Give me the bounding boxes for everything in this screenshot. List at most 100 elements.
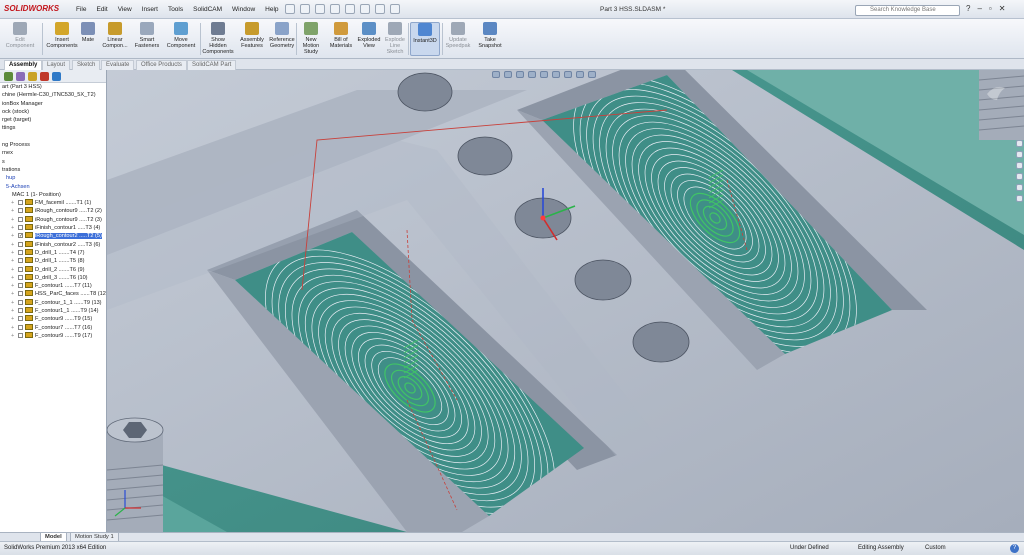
close-icon[interactable]: ✕	[999, 4, 1006, 13]
suppress-checkbox[interactable]	[18, 299, 23, 305]
section-view-icon[interactable]	[528, 71, 536, 78]
menu-view[interactable]: View	[118, 6, 132, 13]
feature-tree-item[interactable]: + D_drill_1 .......T5 (8)	[0, 257, 106, 265]
feature-tree-item[interactable]: + HSS_ParC_faces ......T8 (12)	[0, 290, 106, 298]
expand-icon[interactable]: +	[11, 241, 16, 249]
suppress-checkbox[interactable]	[18, 283, 23, 289]
expand-icon[interactable]: +	[11, 324, 16, 332]
feature-tree-item[interactable]: + iFinish_contour2 .....T3 (6)	[0, 240, 106, 249]
mate-button[interactable]: Mate	[78, 22, 98, 56]
move-component-button[interactable]: Move Component	[164, 22, 198, 56]
feature-tree-item[interactable]: ionBox Manager	[0, 100, 106, 108]
minimize-icon[interactable]: –	[977, 4, 981, 13]
edit-component-button[interactable]: Edit Component	[4, 22, 36, 56]
feature-tree-item[interactable]: + F_contour9 ......T9 (15)	[0, 315, 106, 323]
display-style-icon[interactable]	[552, 71, 560, 78]
feature-tree-item[interactable]: + D_drill_2 .......T6 (9)	[0, 265, 106, 274]
display-manager-icon[interactable]	[52, 72, 61, 81]
appearances-icon[interactable]	[1016, 184, 1023, 191]
menu-edit[interactable]: Edit	[96, 6, 107, 13]
menu-solidcam[interactable]: SolidCAM	[193, 6, 222, 13]
suppress-checkbox[interactable]	[18, 200, 23, 206]
units-selector[interactable]: Custom	[925, 545, 946, 551]
custom-properties-icon[interactable]	[1016, 195, 1023, 202]
suppress-checkbox[interactable]	[18, 324, 23, 330]
graphics-area[interactable]	[107, 70, 1024, 532]
expand-icon[interactable]: +	[11, 332, 16, 340]
hide-show-items-icon[interactable]	[564, 71, 572, 78]
options-icon[interactable]	[390, 4, 400, 14]
explode-line-button[interactable]: Explode Line Sketch	[383, 22, 407, 56]
feature-tree-item[interactable]: s	[0, 158, 106, 166]
expand-icon[interactable]: +	[11, 299, 16, 307]
feature-tree-item[interactable]: + iRough_contour2 .....T2 (5)	[0, 232, 106, 240]
help-icon[interactable]: ?	[966, 4, 970, 13]
expand-icon[interactable]: +	[11, 207, 16, 215]
feature-tree-item[interactable]: art (Part 3 HSS)	[0, 83, 106, 91]
status-help-icon[interactable]: ?	[1010, 544, 1019, 553]
print-icon[interactable]	[330, 4, 340, 14]
expand-icon[interactable]: +	[11, 282, 16, 290]
suppress-checkbox[interactable]	[18, 258, 23, 264]
feature-tree-item[interactable]: ttings	[0, 124, 106, 132]
menu-help[interactable]: Help	[265, 6, 278, 13]
menu-tools[interactable]: Tools	[168, 6, 183, 13]
feature-tree-item[interactable]: + iRough_contour9 .....T2 (3)	[0, 215, 106, 224]
exploded-view-button[interactable]: Exploded View	[357, 22, 381, 56]
configuration-manager-icon[interactable]	[28, 72, 37, 81]
feature-tree-item[interactable]: + F_contour7 ......T7 (16)	[0, 323, 106, 332]
edit-appearance-icon[interactable]	[576, 71, 584, 78]
snapshot-button[interactable]: Take Snapshot	[476, 22, 504, 56]
reference-geometry-button[interactable]: Reference Geometry	[268, 22, 296, 56]
restore-icon[interactable]: ▫	[989, 4, 992, 13]
feature-tree-item[interactable]: + D_drill_1 .......T4 (7)	[0, 248, 106, 257]
feature-tree-item[interactable]: rnex	[0, 149, 106, 157]
expand-icon[interactable]: +	[11, 266, 16, 274]
previous-view-icon[interactable]	[516, 71, 524, 78]
resources-icon[interactable]	[1016, 140, 1023, 147]
expand-icon[interactable]: +	[11, 232, 16, 240]
suppress-checkbox[interactable]	[18, 233, 23, 239]
suppress-checkbox[interactable]	[18, 266, 23, 272]
tab-office-products[interactable]: Office Products	[136, 60, 187, 70]
suppress-checkbox[interactable]	[18, 274, 23, 280]
expand-icon[interactable]: +	[11, 249, 16, 257]
feature-tree-item[interactable]: + FM_facemil .......T1 (1)	[0, 199, 106, 207]
feature-tree-item[interactable]: chine (Hermle-C30_iTNC530_5X_T2)	[0, 91, 106, 99]
solidcam-manager-icon[interactable]	[40, 72, 49, 81]
expand-icon[interactable]: +	[11, 290, 16, 298]
show-hidden-button[interactable]: Show Hidden Components	[202, 22, 234, 56]
feature-tree-icon[interactable]	[4, 72, 13, 81]
view-orientation-icon[interactable]	[540, 71, 548, 78]
feature-tree-item[interactable]: ock (stock)	[0, 108, 106, 116]
feature-tree-item[interactable]: 5-Achsen	[0, 183, 106, 191]
suppress-checkbox[interactable]	[18, 291, 23, 297]
suppress-checkbox[interactable]	[18, 216, 23, 222]
expand-icon[interactable]: +	[11, 274, 16, 282]
tab-solidcam-part[interactable]: SolidCAM Part	[187, 60, 237, 70]
feature-tree-item[interactable]: ng Process	[0, 141, 106, 149]
menu-insert[interactable]: Insert	[142, 6, 158, 13]
tab-layout[interactable]: Layout	[42, 60, 71, 70]
expand-icon[interactable]: +	[11, 257, 16, 265]
insert-components-button[interactable]: Insert Components	[46, 22, 78, 56]
file-explorer-icon[interactable]	[1016, 162, 1023, 169]
suppress-checkbox[interactable]	[18, 225, 23, 231]
motion-study-button[interactable]: New Motion Study	[298, 22, 324, 56]
feature-tree-item[interactable]: + F_contour1_1 ......T9 (14)	[0, 307, 106, 315]
expand-icon[interactable]: +	[11, 216, 16, 224]
design-library-icon[interactable]	[1016, 151, 1023, 158]
instant3d-button[interactable]: Instant3D	[410, 22, 440, 56]
feature-tree-item[interactable]: + F_contour9 ......T9 (17)	[0, 331, 106, 340]
tab-sketch[interactable]: Sketch	[72, 60, 101, 70]
feature-tree-item[interactable]: + D_drill_3 .......T6 (10)	[0, 273, 106, 282]
suppress-checkbox[interactable]	[18, 308, 23, 314]
feature-tree-item[interactable]: + F_contour_1_1 ......T9 (13)	[0, 298, 106, 307]
search-input[interactable]: Search Knowledge Base	[855, 5, 960, 16]
tab-evaluate[interactable]: Evaluate	[101, 60, 135, 70]
expand-icon[interactable]: +	[11, 199, 16, 207]
view-palette-icon[interactable]	[1016, 173, 1023, 180]
undo-icon[interactable]	[345, 4, 355, 14]
smart-fasteners-button[interactable]: Smart Fasteners	[132, 22, 162, 56]
feature-tree-item[interactable]: rget (target)	[0, 116, 106, 124]
